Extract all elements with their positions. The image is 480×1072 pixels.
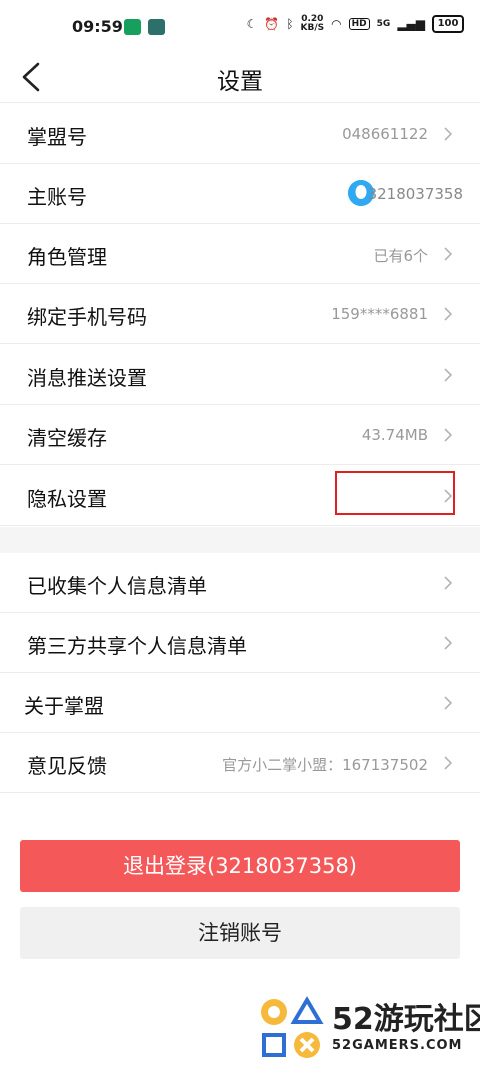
setting-row-zhangmeng-id[interactable]: 掌盟号 048661122 [0, 104, 480, 164]
watermark-title: 52游玩社区 [332, 1002, 480, 1037]
chevron-right-icon [444, 127, 453, 141]
row-value: 159****6881 [331, 305, 428, 323]
status-bar: 09:59 ☾ ⏰ ᛒ 0.20 KB/S ◠ HD 5G ▂▄▆ 100 [0, 0, 480, 52]
watermark-url: 52GAMERS.COM [332, 1038, 463, 1053]
setting-row-push-settings[interactable]: 消息推送设置 [0, 345, 480, 405]
section-spacer [0, 794, 480, 814]
chevron-right-icon [444, 636, 453, 650]
setting-row-main-account[interactable]: 主账号 3218037358 [0, 164, 480, 224]
row-label: 已收集个人信息清单 [27, 574, 207, 598]
row-label: 隐私设置 [27, 487, 107, 511]
network-speed: 0.20 KB/S [301, 15, 325, 33]
row-label: 绑定手机号码 [27, 305, 147, 329]
row-label: 角色管理 [27, 245, 107, 269]
row-value: 43.74MB [361, 426, 428, 444]
status-time: 09:59 [72, 17, 123, 36]
status-icons: ☾ ⏰ ᛒ 0.20 KB/S ◠ HD 5G ▂▄▆ 100 [247, 15, 464, 33]
setting-row-about[interactable]: 关于掌盟 [0, 673, 480, 733]
setting-row-clear-cache[interactable]: 清空缓存 43.74MB [0, 405, 480, 465]
chevron-right-icon [444, 576, 453, 590]
page-title: 设置 [217, 69, 263, 95]
section-divider [0, 527, 480, 553]
network-speed-unit: KB/S [300, 23, 325, 33]
row-label: 意见反馈 [27, 754, 107, 778]
chevron-right-icon [444, 756, 453, 770]
game-controller-logo-icon [261, 996, 324, 1058]
row-value: 3218037358 [367, 185, 463, 203]
setting-row-feedback[interactable]: 意见反馈 官方小二掌小盟：167137502 [0, 733, 480, 793]
title-bar: 设置 [0, 52, 480, 103]
hd-badge: HD [348, 18, 370, 30]
alarm-icon: ⏰ [264, 17, 280, 31]
highlight-box [335, 471, 455, 515]
row-label: 清空缓存 [27, 426, 107, 450]
bluetooth-icon: ᛒ [286, 17, 294, 31]
row-value: 已有6个 [373, 247, 428, 265]
row-label: 主账号 [27, 185, 87, 209]
row-value: 官方小二掌小盟：167137502 [222, 756, 428, 774]
chevron-right-icon [444, 307, 453, 321]
row-label: 关于掌盟 [24, 694, 104, 718]
setting-row-role-management[interactable]: 角色管理 已有6个 [0, 224, 480, 284]
chevron-right-icon [444, 696, 453, 710]
deactivate-account-button[interactable]: 注销账号 [20, 907, 460, 959]
row-value: 048661122 [342, 125, 428, 143]
row-label: 第三方共享个人信息清单 [27, 634, 247, 658]
chevron-right-icon [444, 368, 453, 382]
chevron-right-icon [444, 247, 453, 261]
moon-icon: ☾ [246, 17, 258, 31]
setting-row-third-party-sharing[interactable]: 第三方共享个人信息清单 [0, 613, 480, 673]
row-label: 掌盟号 [27, 125, 87, 149]
signal-label: 5G [376, 19, 391, 29]
wifi-icon: ◠ [331, 17, 342, 31]
chevron-right-icon [444, 428, 453, 442]
notification-app-icon [148, 19, 165, 35]
oppo-app-icon [124, 19, 141, 35]
setting-row-bind-phone[interactable]: 绑定手机号码 159****6881 [0, 284, 480, 344]
setting-row-collected-info[interactable]: 已收集个人信息清单 [0, 553, 480, 613]
row-label: 消息推送设置 [27, 366, 147, 390]
logout-button[interactable]: 退出登录(3218037358) [20, 840, 460, 892]
watermark-logo: 52游玩社区 52GAMERS.COM [258, 994, 480, 1062]
signal-bars-icon: ▂▄▆ [397, 17, 425, 31]
battery-icon: 100 [432, 15, 464, 33]
